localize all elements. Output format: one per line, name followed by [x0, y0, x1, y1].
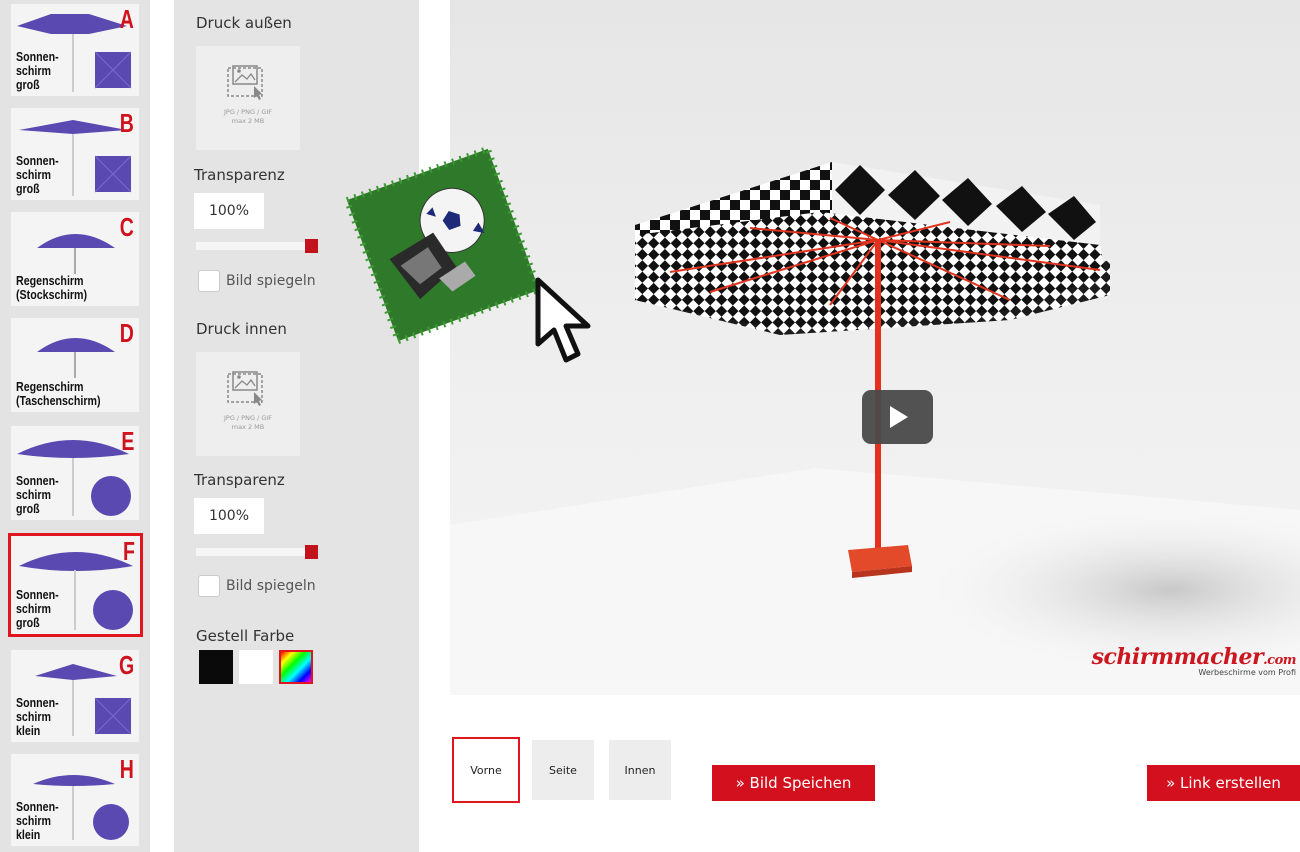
- model-e[interactable]: E Sonnen- schirm groß: [11, 426, 139, 520]
- model-f[interactable]: F Sonnen- schirm groß: [8, 533, 143, 637]
- model-label: Sonnen- schirm groß: [16, 473, 59, 516]
- model-letter: C: [119, 212, 134, 242]
- model-letter: G: [118, 650, 134, 680]
- color-picker-swatch[interactable]: [279, 650, 313, 684]
- inner-transparency-input[interactable]: 100%: [194, 498, 264, 534]
- view-side-button[interactable]: Seite: [532, 740, 594, 800]
- model-label: Sonnen- schirm groß: [16, 153, 59, 196]
- checkbox-box[interactable]: [198, 575, 220, 597]
- model-label: Regenschirm (Taschenschirm): [16, 379, 101, 408]
- logo-suffix: .com: [1263, 653, 1296, 668]
- model-a[interactable]: A Sonnen- schirm groß: [11, 4, 139, 96]
- model-letter: E: [120, 426, 134, 456]
- model-label: Sonnen- schirm klein: [16, 799, 59, 842]
- play-video-button[interactable]: [862, 390, 933, 444]
- page: A Sonnen- schirm groß B Sonnen- schirm g…: [0, 0, 1300, 852]
- view-inner-button[interactable]: Innen: [609, 740, 671, 800]
- model-label: Sonnen- schirm groß: [16, 587, 59, 630]
- color-swatch-white[interactable]: [239, 650, 273, 684]
- settings-panel: Druck außen JPG / PNG / GIF max 2 MB Tra…: [174, 0, 419, 852]
- outer-mirror-checkbox[interactable]: Bild spiegeln: [198, 270, 316, 292]
- mouse-cursor-icon: [532, 276, 598, 370]
- model-d[interactable]: D Regenschirm (Taschenschirm): [11, 318, 139, 412]
- outer-transparency-input[interactable]: 100%: [194, 193, 264, 229]
- upload-hint: JPG / PNG / GIF max 2 MB: [223, 414, 273, 431]
- model-g[interactable]: G Sonnen- schirm klein: [11, 650, 139, 742]
- inner-transparency-slider[interactable]: [196, 545, 318, 559]
- slider-handle[interactable]: [305, 545, 318, 559]
- brand-logo: schirmmacher.com Werbeschirme vom Profi: [1091, 644, 1297, 677]
- slider-handle[interactable]: [305, 239, 318, 253]
- checkbox-label: Bild spiegeln: [226, 578, 316, 594]
- inner-transparency-label: Transparenz: [194, 471, 285, 489]
- create-link-button[interactable]: » Link erstellen: [1147, 765, 1300, 801]
- model-letter: D: [119, 318, 134, 348]
- model-label: Regenschirm (Stockschirm): [16, 273, 88, 302]
- model-h[interactable]: H Sonnen- schirm klein: [11, 754, 139, 846]
- soccer-image: [343, 145, 543, 345]
- model-letter: H: [119, 754, 134, 784]
- color-swatch-black[interactable]: [199, 650, 233, 684]
- model-c[interactable]: C Regenschirm (Stockschirm): [11, 212, 139, 306]
- outer-image-upload[interactable]: JPG / PNG / GIF max 2 MB: [196, 46, 300, 150]
- model-b[interactable]: B Sonnen- schirm groß: [11, 108, 139, 200]
- model-label: Sonnen- schirm groß: [16, 49, 59, 92]
- logo-text: schirmmacher: [1091, 644, 1264, 670]
- outer-print-title: Druck außen: [196, 14, 292, 32]
- inner-print-title: Druck innen: [196, 320, 287, 338]
- outer-transparency-label: Transparenz: [194, 166, 285, 184]
- save-image-button[interactable]: » Bild Speichen: [712, 765, 875, 801]
- model-list: A Sonnen- schirm groß B Sonnen- schirm g…: [0, 0, 150, 852]
- model-letter: A: [119, 4, 134, 34]
- dragged-image-preview[interactable]: [338, 140, 548, 350]
- upload-hint: JPG / PNG / GIF max 2 MB: [223, 108, 273, 125]
- model-label: Sonnen- schirm klein: [16, 695, 59, 738]
- play-icon: [890, 406, 908, 428]
- model-letter: B: [119, 108, 134, 138]
- inner-image-upload[interactable]: JPG / PNG / GIF max 2 MB: [196, 352, 300, 456]
- checkbox-label: Bild spiegeln: [226, 273, 316, 289]
- model-letter: F: [123, 536, 135, 566]
- frame-color-label: Gestell Farbe: [196, 627, 295, 645]
- inner-mirror-checkbox[interactable]: Bild spiegeln: [198, 575, 316, 597]
- view-front-button[interactable]: Vorne: [452, 737, 520, 803]
- outer-transparency-slider[interactable]: [196, 239, 318, 253]
- checkbox-box[interactable]: [198, 270, 220, 292]
